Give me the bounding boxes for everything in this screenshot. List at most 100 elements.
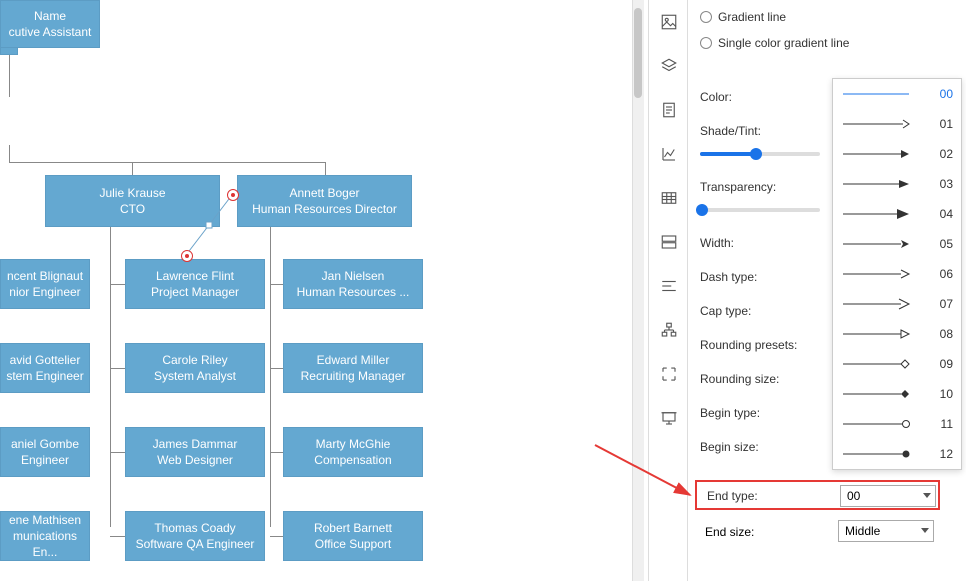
end-type-option[interactable]: 12: [833, 439, 961, 469]
layers-icon[interactable]: [649, 44, 689, 88]
prop-rounding-size: Rounding size:: [700, 362, 830, 396]
org-node[interactable]: Lawrence Flint Project Manager: [125, 259, 265, 309]
org-node-title: CTO: [120, 201, 145, 217]
org-node[interactable]: ncent Blignaut nior Engineer: [0, 259, 90, 309]
org-node-name: Julie Krause: [99, 185, 165, 201]
radio-single-color-gradient-line[interactable]: Single color gradient line: [688, 30, 966, 56]
org-node[interactable]: Marty McGhie Compensation: [283, 427, 423, 477]
radio-label: Single color gradient line: [718, 36, 849, 50]
end-type-option[interactable]: 07: [833, 289, 961, 319]
end-type-option[interactable]: 03: [833, 169, 961, 199]
org-node-name: Lawrence Flint: [156, 268, 234, 284]
org-node-name: Robert Barnett: [314, 520, 392, 536]
prop-transparency: Transparency:: [700, 170, 830, 204]
org-node[interactable]: Thomas Coady Software QA Engineer: [125, 511, 265, 561]
chart-icon[interactable]: [649, 132, 689, 176]
end-type-option[interactable]: 01: [833, 109, 961, 139]
end-type-value: 00: [847, 489, 860, 503]
end-type-dropdown-popup[interactable]: 00 01 02 03 04 05 06 07 08 09 10 11: [832, 78, 962, 470]
org-node[interactable]: Robert Barnett Office Support: [283, 511, 423, 561]
org-node-name: Name: [34, 8, 66, 24]
prop-begin-type: Begin type:: [700, 396, 830, 430]
org-node-name: aniel Gombe: [11, 436, 79, 452]
end-type-field-highlight: End type: 00: [695, 480, 940, 510]
org-node-title: Human Resources Director: [252, 201, 397, 217]
org-node-name: Annett Boger: [289, 185, 359, 201]
end-type-option[interactable]: 05: [833, 229, 961, 259]
end-size-row: End size: Middle: [705, 520, 940, 546]
org-node-title: Engineer: [21, 452, 69, 468]
end-size-value: Middle: [845, 524, 880, 538]
org-node[interactable]: Carole Riley System Analyst: [125, 343, 265, 393]
end-type-option[interactable]: 08: [833, 319, 961, 349]
org-node[interactable]: aniel Gombe Engineer: [0, 427, 90, 477]
end-type-option[interactable]: 11: [833, 409, 961, 439]
end-type-dropdown[interactable]: 00: [840, 485, 936, 507]
end-type-option[interactable]: 02: [833, 139, 961, 169]
org-node-name: Carole Riley: [162, 352, 227, 368]
image-icon[interactable]: [649, 0, 689, 44]
connector-handle-end[interactable]: [181, 250, 193, 262]
org-node-title: Software QA Engineer: [136, 536, 255, 552]
radio-icon: [700, 37, 712, 49]
connector: [9, 55, 10, 97]
side-tool-strip: [648, 0, 688, 581]
shade-slider[interactable]: [700, 152, 820, 156]
end-type-option[interactable]: 06: [833, 259, 961, 289]
org-node[interactable]: Edward Miller Recruiting Manager: [283, 343, 423, 393]
org-node-hr-director[interactable]: Annett Boger Human Resources Director: [237, 175, 412, 227]
ruler-icon[interactable]: [649, 220, 689, 264]
org-node-name: James Dammar: [153, 436, 238, 452]
connector: [270, 452, 283, 453]
org-node[interactable]: James Dammar Web Designer: [125, 427, 265, 477]
org-node-name: Jan Nielsen: [322, 268, 385, 284]
org-node[interactable]: ene Mathisen munications En...: [0, 511, 90, 561]
transparency-slider[interactable]: [700, 208, 820, 212]
radio-gradient-line[interactable]: Gradient line: [688, 4, 966, 30]
connector: [110, 368, 125, 369]
connector: [270, 227, 271, 527]
org-node-title: Compensation: [314, 452, 391, 468]
end-type-option[interactable]: 00: [833, 79, 961, 109]
connector-handle-start[interactable]: [227, 189, 239, 201]
end-type-option[interactable]: 09: [833, 349, 961, 379]
connector: [325, 162, 326, 175]
org-node-name: avid Gottelier: [10, 352, 81, 368]
orgchart-icon[interactable]: [649, 308, 689, 352]
org-node-title: Recruiting Manager: [301, 368, 406, 384]
connector: [270, 536, 283, 537]
org-node-name: ncent Blignaut: [7, 268, 83, 284]
org-node-name: Edward Miller: [317, 352, 390, 368]
org-node-title: Web Designer: [157, 452, 233, 468]
connector: [270, 368, 283, 369]
connector: [132, 162, 133, 175]
org-node-name: ene Mathisen: [9, 512, 81, 528]
expand-icon[interactable]: [649, 352, 689, 396]
selected-connector[interactable]: [186, 195, 246, 265]
prop-dash-type: Dash type:: [700, 260, 830, 294]
end-type-option[interactable]: 10: [833, 379, 961, 409]
caret-down-icon: [923, 493, 931, 498]
end-size-dropdown[interactable]: Middle: [838, 520, 934, 542]
org-chart-canvas[interactable]: Name cutive Assistant Julie Krause CTO A…: [0, 0, 632, 581]
org-node-title: System Analyst: [154, 368, 236, 384]
org-node-title: munications En...: [5, 528, 85, 560]
prop-width: Width:: [700, 226, 830, 260]
page-icon[interactable]: [649, 88, 689, 132]
connector: [110, 452, 125, 453]
connector: [110, 284, 125, 285]
connector: [9, 145, 10, 162]
end-size-label: End size:: [705, 525, 754, 539]
presentation-icon[interactable]: [649, 396, 689, 440]
connector: [9, 162, 325, 163]
radio-label: Gradient line: [718, 10, 786, 24]
org-node[interactable]: Jan Nielsen Human Resources ...: [283, 259, 423, 309]
org-node-title: Human Resources ...: [297, 284, 410, 300]
table-icon[interactable]: [649, 176, 689, 220]
org-node[interactable]: avid Gottelier stem Engineer: [0, 343, 90, 393]
align-icon[interactable]: [649, 264, 689, 308]
org-node-assistant[interactable]: Name cutive Assistant: [0, 0, 100, 48]
end-type-option[interactable]: 04: [833, 199, 961, 229]
prop-color: Color:: [700, 80, 830, 114]
canvas-scrollbar-thumb[interactable]: [634, 8, 642, 98]
